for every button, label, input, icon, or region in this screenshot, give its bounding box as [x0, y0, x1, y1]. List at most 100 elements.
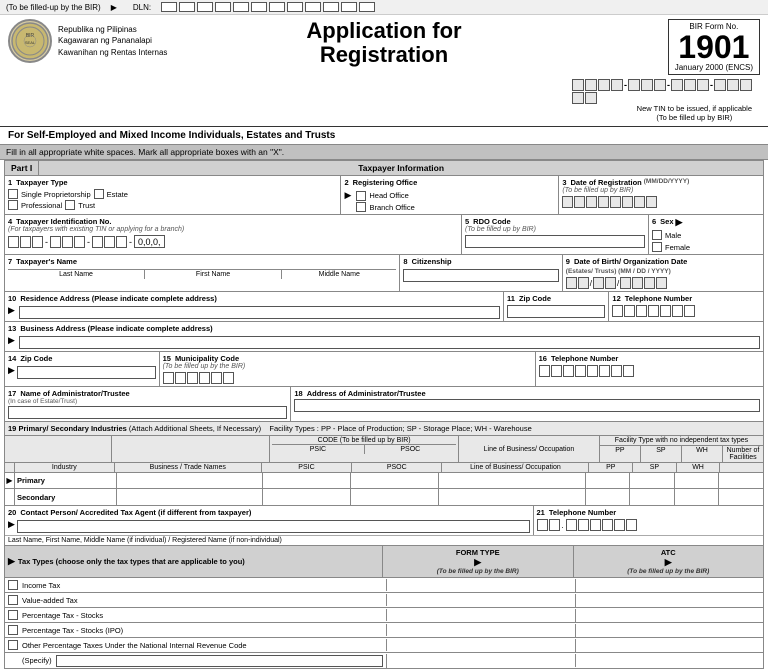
pct-ipo-atc[interactable]	[576, 624, 764, 637]
pb21-2[interactable]	[549, 519, 560, 531]
dob-6[interactable]	[632, 277, 643, 289]
pb12-1[interactable]	[612, 305, 623, 317]
dob-2[interactable]	[578, 277, 589, 289]
pb21-6[interactable]	[602, 519, 613, 531]
tin-new-9[interactable]	[684, 79, 696, 91]
dln-box-6[interactable]	[251, 2, 267, 12]
tin-s2[interactable]	[20, 236, 31, 248]
pb21-4[interactable]	[578, 519, 589, 531]
secondary-psic[interactable]	[263, 489, 351, 505]
secondary-biz[interactable]	[117, 489, 263, 505]
tin-new-10[interactable]	[697, 79, 709, 91]
checkbox-other-pct[interactable]	[8, 640, 18, 650]
checkbox-pct-ipo[interactable]	[8, 625, 18, 635]
dln-box-2[interactable]	[179, 2, 195, 12]
dob-8[interactable]	[656, 277, 667, 289]
tin-new-13[interactable]	[740, 79, 752, 91]
tin-new-5[interactable]	[628, 79, 640, 91]
date-box-4[interactable]	[598, 196, 609, 208]
date-box-7[interactable]	[634, 196, 645, 208]
tin-new-6[interactable]	[641, 79, 653, 91]
pb16-2[interactable]	[551, 365, 562, 377]
mc2[interactable]	[175, 372, 186, 384]
dln-box-3[interactable]	[197, 2, 213, 12]
tin-s3[interactable]	[32, 236, 43, 248]
mc6[interactable]	[223, 372, 234, 384]
checkbox-head-office[interactable]	[356, 191, 366, 201]
checkbox-trust[interactable]	[65, 200, 75, 210]
date-box-8[interactable]	[646, 196, 657, 208]
dob-7[interactable]	[644, 277, 655, 289]
pct-stocks-form-type[interactable]	[387, 609, 576, 622]
secondary-sp[interactable]	[630, 489, 675, 505]
primary-pp[interactable]	[586, 473, 631, 488]
field8-input[interactable]	[403, 269, 558, 282]
pb12-4[interactable]	[648, 305, 659, 317]
tin-s1[interactable]	[8, 236, 19, 248]
primary-biz[interactable]	[117, 473, 263, 488]
secondary-psoc[interactable]	[351, 489, 439, 505]
checkbox-branch-office[interactable]	[356, 202, 366, 212]
tin-s6[interactable]	[74, 236, 85, 248]
pb12-3[interactable]	[636, 305, 647, 317]
tin-new-3[interactable]	[598, 79, 610, 91]
checkbox-estate[interactable]	[94, 189, 104, 199]
tin-new-8[interactable]	[671, 79, 683, 91]
mc4[interactable]	[199, 372, 210, 384]
primary-psic[interactable]	[263, 473, 351, 488]
secondary-pp[interactable]	[586, 489, 631, 505]
dln-box-4[interactable]	[215, 2, 231, 12]
other-pct-form-type[interactable]	[387, 639, 576, 652]
pct-ipo-form-type[interactable]	[387, 624, 576, 637]
pb16-6[interactable]	[599, 365, 610, 377]
pb12-7[interactable]	[684, 305, 695, 317]
pb12-5[interactable]	[660, 305, 671, 317]
tin-s9[interactable]	[116, 236, 127, 248]
tin-s8[interactable]	[104, 236, 115, 248]
tin-s4[interactable]	[50, 236, 61, 248]
checkbox-professional[interactable]	[8, 200, 18, 210]
primary-line[interactable]	[439, 473, 585, 488]
pb16-8[interactable]	[623, 365, 634, 377]
tin-new-1[interactable]	[572, 79, 584, 91]
primary-psoc[interactable]	[351, 473, 439, 488]
income-form-type[interactable]	[387, 579, 576, 592]
primary-sp[interactable]	[630, 473, 675, 488]
tin-new-15[interactable]	[585, 92, 597, 104]
date-box-1[interactable]	[562, 196, 573, 208]
date-box-3[interactable]	[586, 196, 597, 208]
vat-form-type[interactable]	[387, 594, 576, 607]
dln-box-8[interactable]	[287, 2, 303, 12]
tin-new-7[interactable]	[654, 79, 666, 91]
pct-stocks-atc[interactable]	[576, 609, 764, 622]
dln-box-1[interactable]	[161, 2, 177, 12]
pb21-3[interactable]	[566, 519, 577, 531]
other-pct-atc[interactable]	[576, 639, 764, 652]
tin-new-11[interactable]	[714, 79, 726, 91]
checkbox-pct-stocks[interactable]	[8, 610, 18, 620]
mc5[interactable]	[211, 372, 222, 384]
secondary-wh[interactable]	[675, 489, 720, 505]
pb21-8[interactable]	[626, 519, 637, 531]
dln-box-12[interactable]	[359, 2, 375, 12]
pb16-3[interactable]	[563, 365, 574, 377]
dob-3[interactable]	[593, 277, 604, 289]
date-box-2[interactable]	[574, 196, 585, 208]
pb16-4[interactable]	[575, 365, 586, 377]
mc3[interactable]	[187, 372, 198, 384]
pb16-5[interactable]	[587, 365, 598, 377]
secondary-line[interactable]	[439, 489, 585, 505]
field11-input[interactable]	[507, 305, 605, 318]
field17-input[interactable]	[8, 406, 287, 419]
field20-input[interactable]	[17, 520, 530, 533]
specify-atc[interactable]	[576, 654, 764, 667]
vat-atc[interactable]	[576, 594, 764, 607]
checkbox-single-prop[interactable]	[8, 189, 18, 199]
field14-input[interactable]	[17, 366, 156, 379]
pb16-7[interactable]	[611, 365, 622, 377]
field13-input[interactable]	[19, 336, 760, 349]
field18-input[interactable]	[294, 399, 760, 412]
date-box-6[interactable]	[622, 196, 633, 208]
primary-wh[interactable]	[675, 473, 720, 488]
dob-1[interactable]	[566, 277, 577, 289]
